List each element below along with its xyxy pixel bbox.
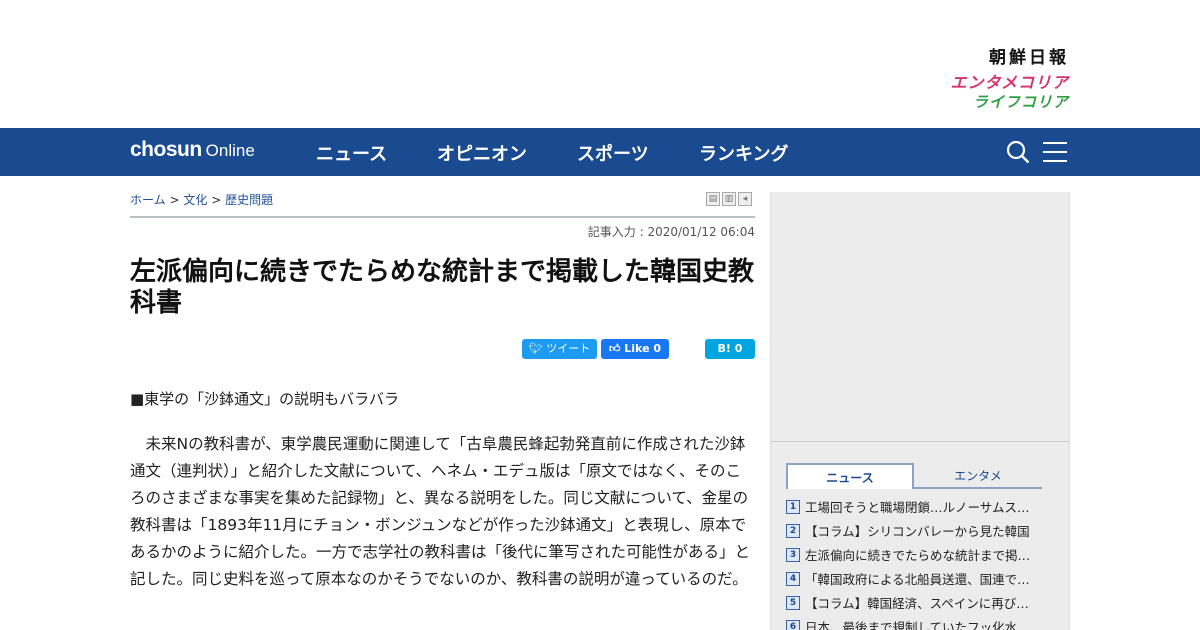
rank-title: 工場回そうと職場閉鎖…ルノーサムスンの組合員、...	[805, 500, 1041, 515]
back-icon[interactable]: ◂	[738, 192, 752, 206]
chosun-ilbo-brand-link[interactable]: 朝鮮日報	[989, 43, 1069, 68]
breadcrumb-separator: >	[211, 193, 222, 207]
site-header: 朝鮮日報 エンタメコリア ライフコリア	[0, 0, 1200, 128]
hatena-bookmark-button[interactable]: B! 0	[705, 339, 755, 359]
hamburger-icon[interactable]	[1043, 142, 1067, 162]
rank-number: 3	[786, 547, 800, 562]
breadcrumb-culture[interactable]: 文化	[183, 193, 207, 207]
rank-number: 5	[786, 595, 800, 610]
rank-number: 2	[786, 523, 800, 538]
article-date: 記事入力 : 2020/01/12 06:04	[587, 225, 755, 239]
like-label: Like 0	[624, 342, 662, 355]
article-body: 未来Nの教科書が、東学農民運動に関連して「古阜農民蜂起勃発直前に作成された沙鉢通…	[130, 435, 751, 588]
chosun-online-logo[interactable]: chosun Online	[130, 138, 255, 162]
list-item[interactable]: 5 【コラム】韓国経済、スペインに再び追い越される...	[786, 593, 1044, 617]
article-tools: ▤ ▥ ◂	[704, 192, 752, 206]
tweet-label: ツイート	[546, 342, 591, 355]
logo-thin-text: Online	[205, 141, 255, 160]
logo-bold-text: chosun	[130, 138, 202, 161]
rank-number: 1	[786, 499, 800, 514]
rank-title: 【コラム】韓国経済、スペインに再び追い越される...	[805, 596, 1041, 611]
nav-item-ranking[interactable]: ランキング	[699, 140, 788, 166]
rank-number: 4	[786, 571, 800, 586]
tab-news[interactable]: ニュース	[786, 463, 914, 489]
divider	[130, 216, 755, 218]
list-item[interactable]: 3 左派偏向に続きでたらめな統計まで掲載した韓国史教科書	[786, 545, 1044, 569]
ranking-list: 1 工場回そうと職場閉鎖…ルノーサムスンの組合員、... 2 【コラム】シリコンバレ…	[786, 497, 1044, 630]
ad-slot	[771, 192, 1069, 442]
rank-title: 「韓国政府による北船員送還、国連で問題化」	[805, 572, 1041, 587]
tab-entame[interactable]: エンタメ	[914, 463, 1042, 489]
breadcrumb-history[interactable]: 歴史問題	[225, 193, 273, 207]
nav-item-news[interactable]: ニュース	[316, 140, 387, 166]
list-item[interactable]: 6 日本、最後まで規制していたフッ化水素も...	[786, 617, 1044, 630]
rank-title: 【コラム】シリコンバレーから見た韓国	[805, 524, 1030, 539]
list-item[interactable]: 4 「韓国政府による北船員送還、国連で問題化」	[786, 569, 1044, 593]
ranking-tabs: ニュース エンタメ	[786, 463, 1042, 489]
sidebar: ニュース エンタメ 1 工場回そうと職場閉鎖…ルノーサムスンの組合員、... 2 【…	[770, 192, 1070, 630]
list-item[interactable]: 1 工場回そうと職場閉鎖…ルノーサムスンの組合員、...	[786, 497, 1044, 521]
rank-number: 6	[786, 619, 800, 630]
search-icon[interactable]	[1006, 140, 1030, 164]
article-title: 左派偏向に続きでたらめな統計まで掲載した韓国史教科書	[130, 257, 755, 318]
nav-item-sports[interactable]: スポーツ	[577, 140, 649, 166]
list-item[interactable]: 2 【コラム】シリコンバレーから見た韓国	[786, 521, 1044, 545]
main-nav: chosun Online ニュース オピニオン スポーツ ランキング	[0, 128, 1200, 176]
breadcrumb: ホーム > 文化 > 歴史問題	[130, 191, 273, 208]
print-icon[interactable]: ▤	[706, 192, 720, 206]
text-size-icon[interactable]: ▥	[722, 192, 736, 206]
article-subhead: ■東学の「沙鉢通文」の説明もバラバラ	[130, 390, 400, 408]
breadcrumb-separator: >	[169, 193, 180, 207]
thumbs-up-icon: 👍︎	[608, 342, 625, 355]
nav-item-opinion[interactable]: オピニオン	[437, 140, 527, 166]
breadcrumb-home[interactable]: ホーム	[130, 193, 166, 207]
entame-korea-brand-link[interactable]: エンタメコリア	[950, 69, 1069, 93]
life-korea-brand-link[interactable]: ライフコリア	[973, 91, 1069, 112]
rank-title: 日本、最後まで規制していたフッ化水素も...	[805, 620, 1041, 630]
twitter-icon: 🐦︎	[528, 342, 547, 355]
facebook-like-button[interactable]: 👍︎ Like 0	[601, 339, 669, 359]
tweet-button[interactable]: 🐦︎ ツイート	[522, 339, 597, 359]
rank-title: 左派偏向に続きでたらめな統計まで掲載した韓国史教科書	[805, 548, 1041, 563]
